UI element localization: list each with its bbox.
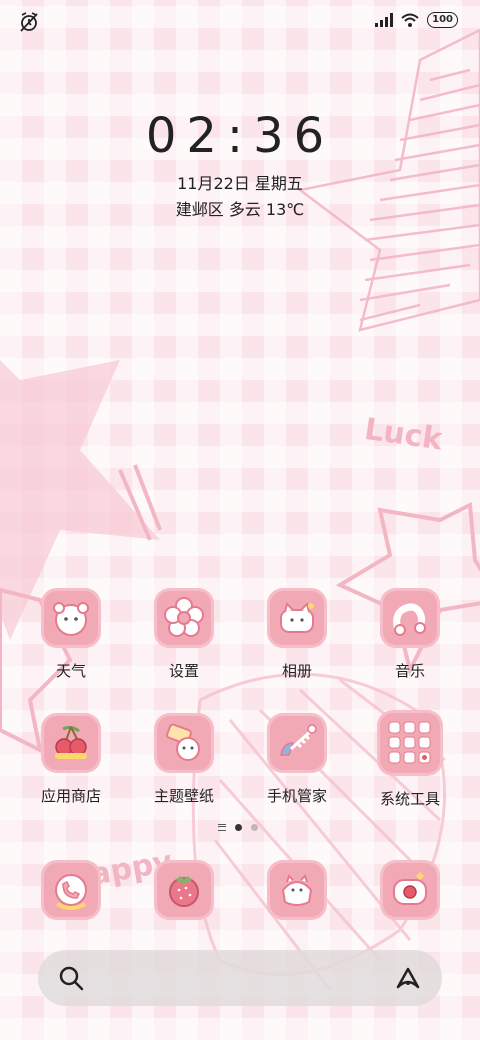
app-label-settings: 设置 bbox=[168, 662, 199, 680]
app-label-gallery: 相册 bbox=[281, 662, 312, 680]
battery-indicator: 100 bbox=[427, 12, 458, 28]
cherry-icon bbox=[41, 713, 101, 773]
app-system-tools-folder[interactable]: 系统工具 bbox=[355, 710, 465, 808]
dock-camera[interactable] bbox=[355, 860, 465, 920]
theme-cat-icon bbox=[154, 713, 214, 773]
clock-date[interactable]: 11月22日 星期五 bbox=[0, 170, 480, 194]
app-drawer-indicator-icon[interactable] bbox=[218, 824, 226, 831]
app-gallery[interactable]: 相册 bbox=[242, 588, 352, 680]
signal-icon bbox=[375, 13, 394, 27]
app-phone-manager[interactable]: 手机管家 bbox=[242, 713, 352, 805]
alarm-off-icon bbox=[20, 12, 38, 32]
app-music[interactable]: 音乐 bbox=[355, 588, 465, 680]
dock-messages[interactable] bbox=[242, 860, 352, 920]
settings-flower-icon bbox=[154, 588, 214, 648]
luck-text: Luck bbox=[362, 412, 445, 458]
app-label-store: 应用商店 bbox=[40, 787, 101, 805]
music-note-icon bbox=[380, 588, 440, 648]
app-label-weather: 天气 bbox=[55, 662, 86, 680]
fishbone-icon bbox=[267, 713, 327, 773]
strawberry-icon bbox=[154, 860, 214, 920]
app-label-themes: 主题壁纸 bbox=[153, 787, 214, 805]
camera-icon bbox=[380, 860, 440, 920]
app-label-phone-manager: 手机管家 bbox=[266, 787, 327, 805]
tools-folder-icon bbox=[377, 710, 443, 776]
wifi-icon bbox=[401, 13, 419, 27]
search-bar[interactable] bbox=[38, 950, 442, 1006]
gallery-cat-icon bbox=[267, 588, 327, 648]
page-dot-active[interactable] bbox=[235, 824, 242, 831]
status-bar: 100 bbox=[0, 0, 480, 42]
messages-cat-icon bbox=[267, 860, 327, 920]
page-dot[interactable] bbox=[251, 824, 258, 831]
app-themes[interactable]: 主题壁纸 bbox=[129, 713, 239, 805]
assistant-icon[interactable] bbox=[394, 965, 422, 991]
clock-time[interactable]: 02:36 bbox=[0, 108, 480, 164]
search-icon[interactable] bbox=[58, 965, 84, 991]
app-label-music: 音乐 bbox=[394, 662, 425, 680]
page-indicator[interactable] bbox=[218, 824, 258, 831]
clock-weather[interactable]: 建邺区 多云 13℃ bbox=[0, 196, 480, 220]
app-label-system-tools: 系统工具 bbox=[379, 790, 440, 808]
app-weather[interactable]: 天气 bbox=[16, 588, 126, 680]
app-settings[interactable]: 设置 bbox=[129, 588, 239, 680]
phone-icon bbox=[41, 860, 101, 920]
app-store[interactable]: 应用商店 bbox=[16, 713, 126, 805]
weather-bear-icon bbox=[41, 588, 101, 648]
dock-browser[interactable] bbox=[129, 860, 239, 920]
dock-phone[interactable] bbox=[16, 860, 126, 920]
